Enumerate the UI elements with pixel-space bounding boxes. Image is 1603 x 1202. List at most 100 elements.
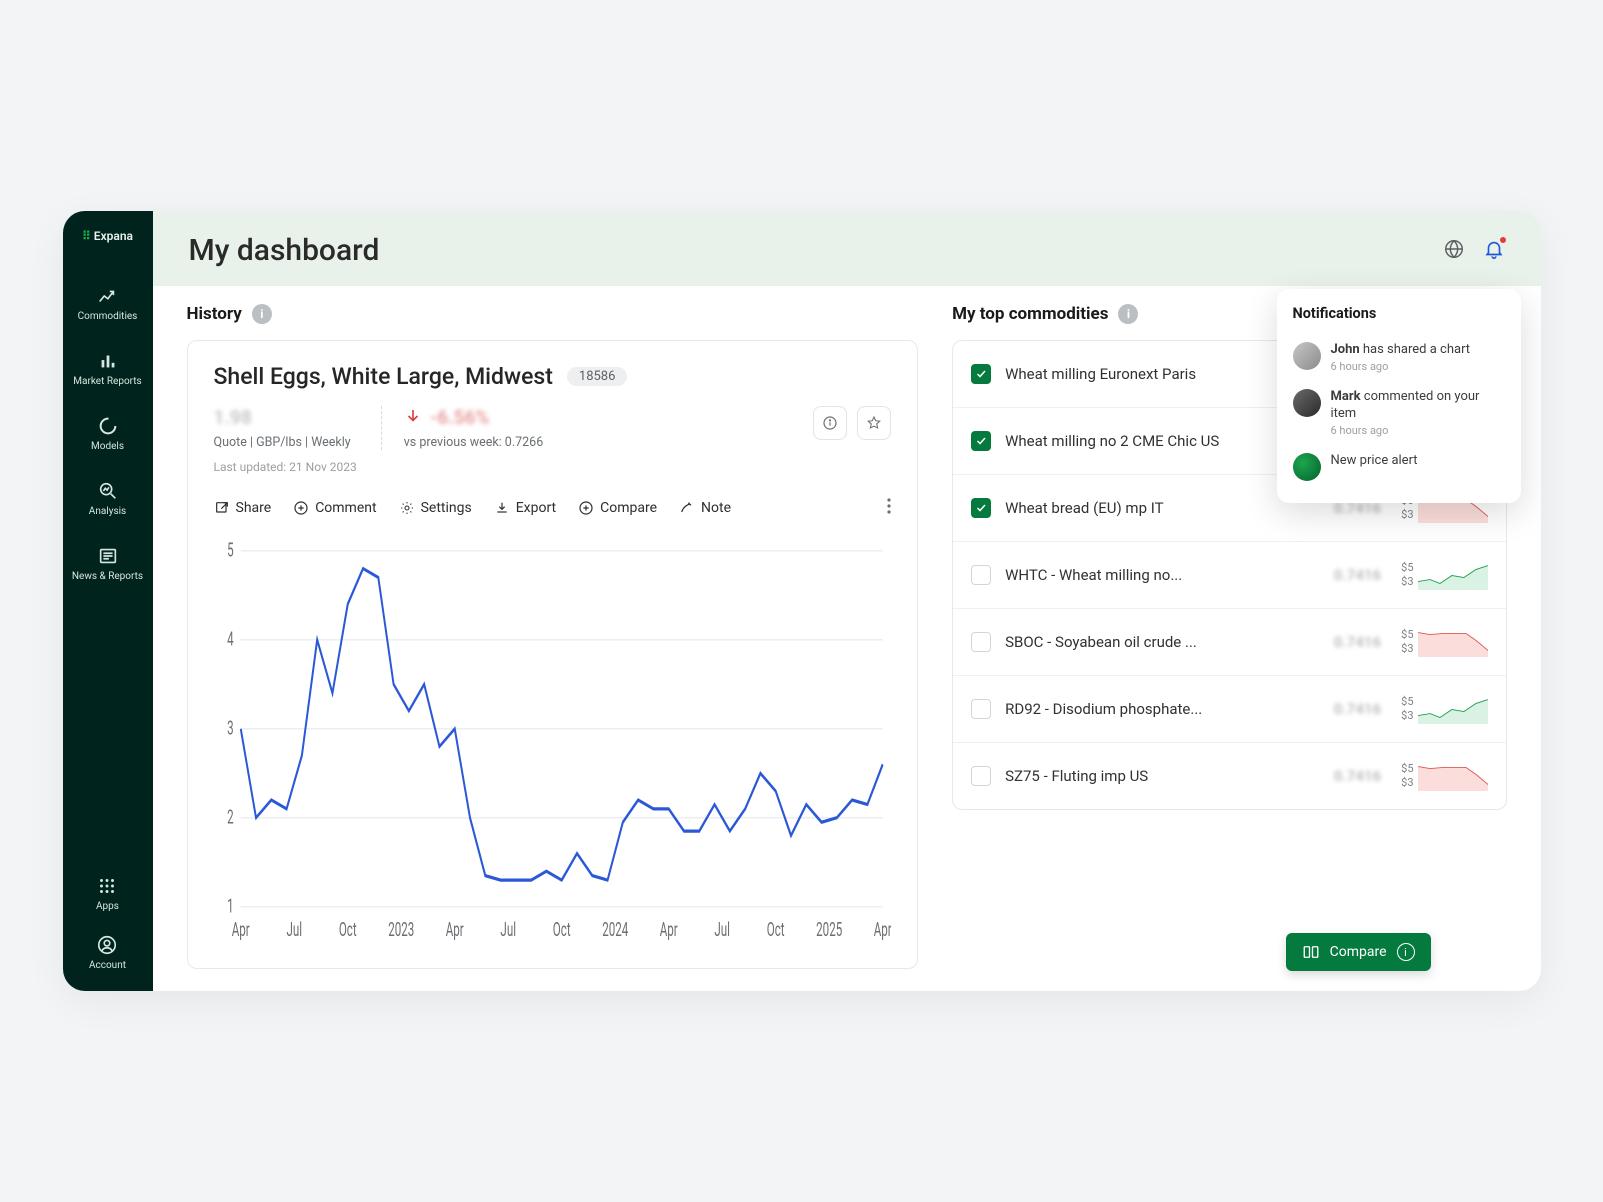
sidebar-item-market-reports[interactable]: Market Reports [73,350,141,387]
arrow-down-icon [404,407,422,429]
sidebar-item-label: Apps [96,901,119,912]
plus-circle-icon [578,500,594,516]
notification-item[interactable]: John has shared a chart6 hours ago [1293,334,1505,381]
export-tool[interactable]: Export [494,500,556,516]
spark-low: $3 [1401,508,1413,522]
page-title: My dashboard [189,233,380,268]
sidebar-item-label: Analysis [89,506,126,517]
avatar [1293,342,1321,370]
checkbox[interactable] [971,699,991,719]
info-icon[interactable]: i [1118,304,1138,324]
globe-icon[interactable] [1443,238,1465,264]
compare-tool[interactable]: Compare [578,500,657,516]
notification-item[interactable]: Mark commented on your item6 hours ago [1293,381,1505,445]
svg-text:4: 4 [227,627,234,650]
svg-text:Apr: Apr [873,918,891,941]
sidebar: ⠿ Expana Commodities Market Reports Mode… [63,211,153,991]
commodity-row[interactable]: RD92 - Disodium phosphate...0.7416$5$3 [953,676,1505,743]
share-tool[interactable]: Share [214,500,272,516]
notification-text: John has shared a chart [1331,342,1471,358]
delta-value-blurred: -6.56% [430,406,490,429]
share-icon [214,500,230,516]
commodity-name: Wheat milling no 2 CME Chic US [1005,432,1320,450]
commodity-row[interactable]: WHTC - Wheat milling no...0.7416$5$3 [953,542,1505,609]
spark-low: $3 [1401,776,1413,790]
line-chart[interactable]: 12345 AprJulOct2023AprJulOct2024AprJulOc… [214,536,892,948]
checkbox[interactable] [971,565,991,585]
chart-toolbar: Share Comment Settings Export [214,498,892,518]
sidebar-bottom: Apps Account [89,875,126,971]
commodity-name: Wheat bread (EU) mp IT [1005,499,1320,517]
sidebar-item-models[interactable]: Models [91,415,124,452]
commodity-value-blurred: 0.7416 [1334,633,1381,651]
avatar [1293,453,1321,481]
svg-text:Apr: Apr [659,918,677,941]
svg-text:Oct: Oct [552,918,570,941]
notification-item[interactable]: New price alert [1293,445,1505,489]
sidebar-item-analysis[interactable]: Analysis [89,480,126,517]
sidebar-item-news-reports[interactable]: News & Reports [72,545,143,582]
sidebar-item-account[interactable]: Account [89,934,126,971]
sparkline: $5$3 [1401,761,1487,791]
account-icon [96,934,118,956]
comment-tool[interactable]: Comment [293,500,376,516]
magnify-chart-icon [97,480,119,502]
chart-card: Shell Eggs, White Large, Midwest 18586 1… [187,340,919,969]
export-icon [494,500,510,516]
svg-text:Apr: Apr [231,918,249,941]
brand-dots-icon: ⠿ [82,229,90,243]
price-value-blurred: 1.98 [214,406,357,429]
favorite-button[interactable] [857,406,891,440]
sparkline: $5$3 [1401,627,1487,657]
spark-high: $5 [1401,628,1413,642]
note-icon [679,500,695,516]
svg-text:2025: 2025 [816,918,842,941]
checkbox[interactable] [971,431,991,451]
commodity-name: RD92 - Disodium phosphate... [1005,700,1320,718]
comment-label: Comment [315,500,376,516]
checkbox[interactable] [971,766,991,786]
checkbox[interactable] [971,364,991,384]
sidebar-item-apps[interactable]: Apps [96,875,119,912]
bars-icon [97,350,119,372]
sidebar-item-label: News & Reports [72,571,143,582]
settings-label: Settings [421,500,472,516]
commodity-row[interactable]: SBOC - Soyabean oil crude ...0.7416$5$3 [953,609,1505,676]
header-icons [1443,238,1505,264]
history-column: History i Shell Eggs, White Large, Midwe… [187,304,953,969]
more-menu[interactable] [887,498,891,518]
settings-tool[interactable]: Settings [399,500,472,516]
brand: ⠿ Expana [82,229,133,243]
spark-high: $5 [1401,762,1413,776]
notifications-title: Notifications [1293,305,1505,322]
compare-button[interactable]: Compare i [1286,933,1431,971]
info-icon: i [1397,943,1415,961]
history-title: History [187,304,242,324]
compare-label: Compare [600,500,657,516]
commodity-row[interactable]: SZ75 - Fluting imp US0.7416$5$3 [953,743,1505,809]
commodity-id-pill: 18586 [567,367,628,386]
checkbox[interactable] [971,632,991,652]
notification-time: 6 hours ago [1331,424,1505,437]
info-icon[interactable]: i [252,304,272,324]
checkbox[interactable] [971,498,991,518]
chart-up-icon [96,285,118,307]
svg-text:3: 3 [227,717,234,740]
sidebar-item-commodities[interactable]: Commodities [78,285,138,322]
compare-icon [1302,943,1320,961]
note-tool[interactable]: Note [679,500,731,516]
comment-icon [293,500,309,516]
sparkline: $5$3 [1401,694,1487,724]
history-heading: History i [187,304,919,324]
notification-text: New price alert [1331,453,1418,469]
notifications-bell-icon[interactable] [1483,238,1505,264]
commodity-value-blurred: 0.7416 [1334,767,1381,785]
apps-grid-icon [96,875,118,897]
top-title: My top commodities [952,304,1108,324]
price-sub: Quote | GBP/lbs | Weekly [214,435,357,450]
info-button[interactable] [813,406,847,440]
spark-high: $5 [1401,695,1413,709]
delta-sub: vs previous week: 0.7266 [404,435,544,450]
svg-text:2023: 2023 [388,918,414,941]
sidebar-item-label: Models [91,441,124,452]
